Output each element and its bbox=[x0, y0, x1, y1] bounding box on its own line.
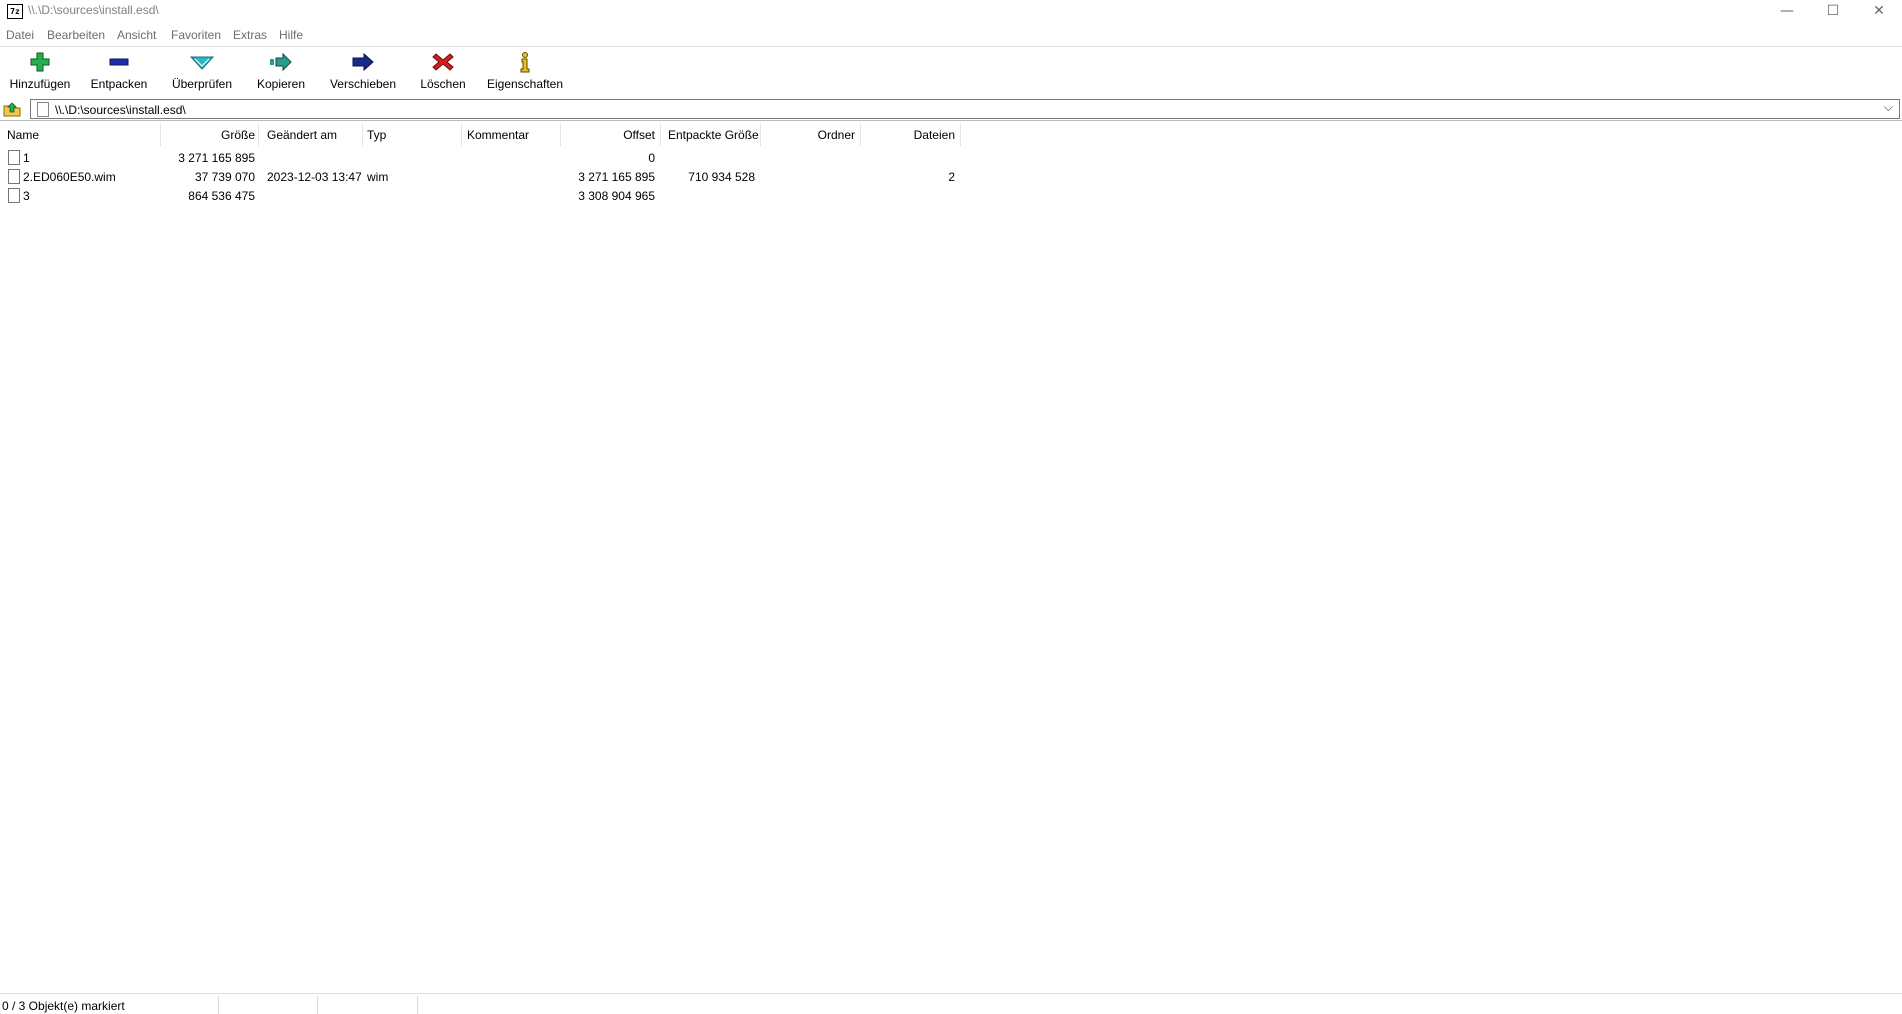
column-divider[interactable] bbox=[960, 124, 961, 146]
cell-size: 864 536 475 bbox=[188, 189, 255, 203]
column-header-comment[interactable]: Kommentar bbox=[467, 128, 529, 142]
test-button[interactable]: Überprüfen bbox=[166, 47, 238, 95]
file-icon bbox=[8, 150, 20, 165]
table-row[interactable]: 2.ED060E50.wim 37 739 070 2023-12-03 13:… bbox=[0, 167, 962, 186]
document-icon bbox=[37, 102, 49, 117]
close-button[interactable]: ✕ bbox=[1856, 0, 1902, 22]
column-header-type[interactable]: Typ bbox=[367, 128, 386, 142]
address-bar: \\.\D:\sources\install.esd\ ⌵ bbox=[0, 98, 1902, 121]
file-icon bbox=[8, 188, 20, 203]
column-header-unpacked-size[interactable]: Entpackte Größe bbox=[668, 128, 759, 142]
column-header-modified[interactable]: Geändert am bbox=[267, 128, 337, 142]
status-bar: 0 / 3 Objekt(e) markiert bbox=[0, 993, 1902, 1014]
cell-offset: 0 bbox=[648, 151, 655, 165]
address-path: \\.\D:\sources\install.esd\ bbox=[55, 103, 186, 117]
maximize-button[interactable]: ☐ bbox=[1810, 0, 1856, 22]
column-divider[interactable] bbox=[160, 124, 161, 146]
status-divider bbox=[417, 996, 418, 1014]
minus-icon bbox=[109, 58, 129, 66]
column-header-name[interactable]: Name bbox=[7, 128, 39, 142]
copy-label: Kopieren bbox=[256, 77, 306, 91]
menu-edit[interactable]: Bearbeiten bbox=[47, 28, 105, 42]
title-bar: 7z \\.\D:\sources\install.esd\ — ☐ ✕ bbox=[0, 0, 1902, 22]
column-divider[interactable] bbox=[860, 124, 861, 146]
table-row[interactable]: 3 864 536 475 3 308 904 965 bbox=[0, 186, 962, 205]
delete-button[interactable]: Löschen bbox=[414, 47, 472, 95]
cell-files: 2 bbox=[948, 170, 955, 184]
status-divider bbox=[218, 996, 219, 1014]
cell-name: 3 bbox=[23, 189, 30, 203]
extract-button[interactable]: Entpacken bbox=[88, 47, 150, 95]
column-header-files[interactable]: Dateien bbox=[862, 128, 955, 142]
column-divider[interactable] bbox=[461, 124, 462, 146]
column-header-folders[interactable]: Ordner bbox=[762, 128, 855, 142]
cell-offset: 3 308 904 965 bbox=[578, 189, 655, 203]
column-divider[interactable] bbox=[560, 124, 561, 146]
folder-up-icon[interactable] bbox=[3, 101, 21, 117]
toolbar: Hinzufügen Entpacken Überprüfen Kopieren… bbox=[0, 46, 1902, 97]
menu-view[interactable]: Ansicht bbox=[117, 28, 156, 42]
column-header-size[interactable]: Größe bbox=[162, 128, 255, 142]
move-button[interactable]: Verschieben bbox=[326, 47, 400, 95]
cell-size: 3 271 165 895 bbox=[178, 151, 255, 165]
cell-offset: 3 271 165 895 bbox=[578, 170, 655, 184]
status-divider bbox=[317, 996, 318, 1014]
window-title: \\.\D:\sources\install.esd\ bbox=[28, 3, 159, 17]
chevron-down-icon[interactable]: ⌵ bbox=[1884, 100, 1893, 115]
column-divider[interactable] bbox=[760, 124, 761, 146]
move-arrow-icon bbox=[352, 52, 374, 72]
cell-unpacked-size: 710 934 528 bbox=[688, 170, 755, 184]
menu-favorites[interactable]: Favoriten bbox=[171, 28, 221, 42]
properties-label: Eigenschaften bbox=[486, 77, 564, 91]
file-icon bbox=[8, 169, 20, 184]
extract-label: Entpacken bbox=[90, 77, 148, 91]
cell-modified: 2023-12-03 13:47 bbox=[267, 170, 362, 184]
delete-label: Löschen bbox=[420, 77, 466, 91]
menu-file[interactable]: Datei bbox=[6, 28, 34, 42]
menu-bar: Datei Bearbeiten Ansicht Favoriten Extra… bbox=[0, 25, 1902, 45]
check-arrow-icon bbox=[190, 56, 214, 70]
selection-status: 0 / 3 Objekt(e) markiert bbox=[2, 999, 125, 1013]
column-divider[interactable] bbox=[660, 124, 661, 146]
list-header: Name Größe Geändert am Typ Kommentar Off… bbox=[0, 124, 962, 146]
cell-size: 37 739 070 bbox=[194, 170, 255, 184]
column-divider[interactable] bbox=[258, 124, 259, 146]
column-header-offset[interactable]: Offset bbox=[562, 128, 655, 142]
copy-arrow-icon bbox=[270, 52, 292, 72]
add-label: Hinzufügen bbox=[9, 77, 71, 91]
copy-button[interactable]: Kopieren bbox=[252, 47, 310, 95]
cell-name: 1 bbox=[23, 151, 30, 165]
cell-name: 2.ED060E50.wim bbox=[23, 170, 116, 184]
properties-button[interactable]: Eigenschaften bbox=[484, 47, 566, 95]
minimize-button[interactable]: — bbox=[1764, 0, 1810, 22]
menu-help[interactable]: Hilfe bbox=[279, 28, 303, 42]
test-label: Überprüfen bbox=[171, 77, 233, 91]
add-button[interactable]: Hinzufügen bbox=[4, 47, 76, 95]
delete-x-icon bbox=[432, 53, 454, 71]
column-divider[interactable] bbox=[362, 124, 363, 146]
plus-icon bbox=[30, 52, 50, 72]
move-label: Verschieben bbox=[329, 77, 397, 91]
cell-type: wim bbox=[367, 170, 389, 184]
7zip-app-icon: 7z bbox=[7, 4, 23, 19]
table-row[interactable]: 1 3 271 165 895 0 bbox=[0, 148, 962, 167]
address-input[interactable]: \\.\D:\sources\install.esd\ ⌵ bbox=[30, 99, 1900, 119]
menu-tools[interactable]: Extras bbox=[233, 28, 267, 42]
info-icon bbox=[520, 52, 530, 73]
